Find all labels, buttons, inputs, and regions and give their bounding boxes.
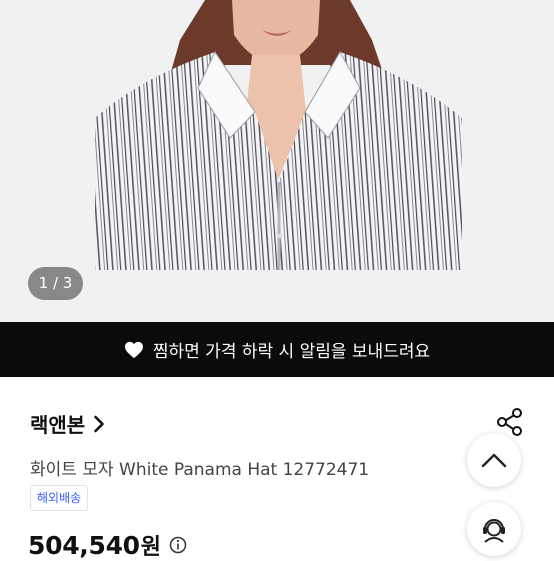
chevron-up-icon [481, 453, 507, 468]
price-value: 504,540 [28, 530, 140, 560]
shop-link[interactable]: 랙앤본 [30, 409, 105, 438]
product-image-gallery[interactable]: 1 / 3 [0, 0, 554, 322]
product-photo [0, 0, 554, 322]
overseas-shipping-badge: 해외배송 [30, 485, 89, 511]
wish-price-alert-banner[interactable]: 찜하면 가격 하락 시 알림을 보내드려요 [0, 322, 554, 377]
shop-name: 랙앤본 [30, 413, 86, 437]
product-price: 504,540 원 [28, 529, 187, 561]
page-indicator: 1 / 3 [28, 267, 83, 300]
info-icon[interactable] [169, 536, 187, 554]
chevron-right-icon [94, 415, 105, 432]
heart-icon [124, 341, 143, 358]
scroll-to-top-button[interactable] [467, 433, 521, 487]
customer-support-button[interactable] [467, 502, 521, 556]
wish-banner-text: 찜하면 가격 하락 시 알림을 보내드려요 [152, 342, 431, 362]
price-unit: 원 [140, 535, 161, 560]
customer-support-icon [483, 519, 505, 543]
product-title: 화이트 모자 White Panama Hat 12772471 [30, 460, 370, 480]
